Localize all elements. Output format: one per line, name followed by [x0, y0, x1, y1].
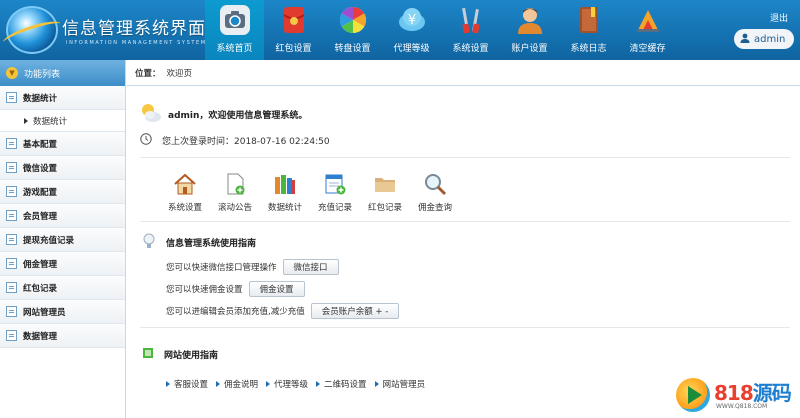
nav-item-home[interactable]: 系统首页 [205, 0, 264, 60]
books-icon [273, 172, 297, 196]
book-icon [574, 5, 604, 35]
user-icon [515, 5, 545, 35]
arrow-right-icon [166, 381, 170, 387]
guide-text-commission: 您可以快速佣金设置 [166, 285, 243, 295]
nav-item-system-settings[interactable]: 系统设置 [441, 0, 500, 60]
user-menu[interactable]: admin [734, 29, 794, 49]
list-icon [6, 210, 17, 221]
list-icon [6, 186, 17, 197]
arrow-right-icon [374, 381, 379, 387]
sidebar-item-admins[interactable]: 网站管理员 [0, 300, 125, 324]
sidebar-item-redpacket-records[interactable]: 红包记录 [0, 276, 125, 300]
watermark-logo: 818源码 WWW.Q818.COM [676, 376, 796, 416]
quick-stats[interactable]: 数据统计 [260, 172, 310, 213]
chevron-down-icon: ▼ [6, 67, 18, 79]
commission-settings-button[interactable]: 佣金设置 [248, 281, 305, 297]
guide-title: 信息管理系统使用指南 [166, 238, 257, 249]
svg-text:¥: ¥ [408, 13, 416, 28]
tools-icon [456, 5, 486, 35]
lightbulb-icon [142, 233, 156, 252]
nav-item-agent-level[interactable]: ¥ 代理等级 [382, 0, 441, 60]
nav-item-system-log[interactable]: 系统日志 [559, 0, 618, 60]
camera-icon [220, 5, 250, 35]
weather-icon [140, 103, 162, 126]
user-name: admin [754, 33, 786, 45]
sidebar-item-game-config[interactable]: 游戏配置 [0, 180, 125, 204]
nav-item-clear-cache[interactable]: 清空缓存 [618, 0, 677, 60]
nav-item-redpacket[interactable]: 红包设置 [264, 0, 323, 60]
quick-redpacket-records[interactable]: 红包记录 [360, 172, 410, 213]
sidebar-subitem-stats[interactable]: 数据统计 [0, 110, 125, 132]
top-header: 信息管理系统界面 INFORMATION MANAGEMENT SYSTEM G… [0, 0, 800, 60]
list-icon [6, 306, 17, 317]
red-envelope-icon [279, 5, 309, 35]
app-subtitle: INFORMATION MANAGEMENT SYSTEM GUI [66, 40, 224, 46]
breadcrumb-current[interactable]: 欢迎页 [167, 67, 193, 79]
sidebar-item-wechat[interactable]: 微信设置 [0, 156, 125, 180]
house-icon [173, 172, 197, 196]
welcome-message: admin，欢迎使用信息管理系统。 [168, 110, 308, 121]
list-icon [6, 234, 17, 245]
document-add-icon [223, 172, 247, 196]
link-agent-level[interactable]: 代理等级 [266, 378, 308, 390]
sidebar-item-basic-config[interactable]: 基本配置 [0, 132, 125, 156]
quick-commission-query[interactable]: 佣金查询 [410, 172, 460, 213]
app-title: 信息管理系统界面 [62, 19, 206, 39]
nav-item-wheel[interactable]: 转盘设置 [323, 0, 382, 60]
site-guide-title: 网站使用指南 [164, 350, 219, 361]
sidebar-item-data-management[interactable]: 数据管理 [0, 324, 125, 348]
arrow-right-icon [24, 117, 28, 124]
logout-link[interactable]: 退出 [770, 11, 788, 24]
list-icon [6, 138, 17, 149]
list-add-icon [323, 172, 347, 196]
quick-announcement[interactable]: 滚动公告 [210, 172, 260, 213]
wechat-api-button[interactable]: 微信接口 [282, 259, 339, 275]
nav-item-account-settings[interactable]: 账户设置 [500, 0, 559, 60]
link-site-admins[interactable]: 网站管理员 [374, 378, 425, 390]
link-qrcode-settings[interactable]: 二维码设置 [316, 378, 367, 390]
sidebar-item-withdraw-records[interactable]: 提现充值记录 [0, 228, 125, 252]
breadcrumb-label: 位置： [135, 68, 161, 79]
arrow-right-icon [216, 381, 221, 387]
link-commission-info[interactable]: 佣金说明 [216, 378, 258, 390]
sidebar-header[interactable]: ▼ 功能列表 [0, 60, 125, 86]
list-icon [6, 258, 17, 269]
top-nav: 系统首页 红包设置 转盘设置 ¥ 代理等级 系统设置 账户设置 系统日志 清空缓… [205, 0, 677, 60]
color-wheel-icon [338, 5, 368, 35]
broom-icon [633, 5, 663, 35]
arrow-right-icon [266, 381, 271, 387]
guide-text-wechat: 您可以快速微信接口管理操作 [166, 263, 277, 273]
list-icon [6, 92, 17, 103]
magnifier-icon [423, 172, 447, 196]
list-icon [6, 330, 17, 341]
welcome-panel: admin，欢迎使用信息管理系统。 您上次登录时间：2018-07-16 02:… [140, 100, 790, 150]
guide-text-member-balance: 您可以进编辑会员添加充值,减少充值 [166, 307, 305, 317]
list-icon [6, 282, 17, 293]
clock-icon [140, 132, 152, 148]
system-guide: 信息管理系统使用指南 您可以快速微信接口管理操作 微信接口 您可以快速佣金设置 … [142, 232, 782, 322]
member-balance-button[interactable]: 会员账户余额 + - [310, 303, 400, 319]
link-customer-service[interactable]: 客服设置 [166, 378, 208, 390]
quick-actions: 系统设置 滚动公告 数据统计 充值记录 红包记录 佣金查询 [160, 172, 460, 213]
user-icon [740, 33, 750, 46]
site-guide-icon [142, 347, 154, 362]
quick-recharge-records[interactable]: 充值记录 [310, 172, 360, 213]
quick-system-settings[interactable]: 系统设置 [160, 172, 210, 213]
left-sidebar: ▼ 功能列表 数据统计 数据统计 基本配置 微信设置 游戏配置 会员管理 提现充… [0, 60, 126, 418]
folder-icon [373, 172, 397, 196]
last-login-text: 您上次登录时间：2018-07-16 02:24:50 [162, 136, 330, 147]
sidebar-item-stats[interactable]: 数据统计 [0, 86, 125, 110]
arrow-right-icon [316, 381, 321, 387]
app-logo: 信息管理系统界面 INFORMATION MANAGEMENT SYSTEM G… [1, 4, 222, 56]
list-icon [6, 162, 17, 173]
sidebar-item-members[interactable]: 会员管理 [0, 204, 125, 228]
breadcrumb: 位置： 欢迎页 [127, 60, 800, 86]
yen-cloud-icon: ¥ [397, 5, 427, 35]
sidebar-item-commission[interactable]: 佣金管理 [0, 252, 125, 276]
